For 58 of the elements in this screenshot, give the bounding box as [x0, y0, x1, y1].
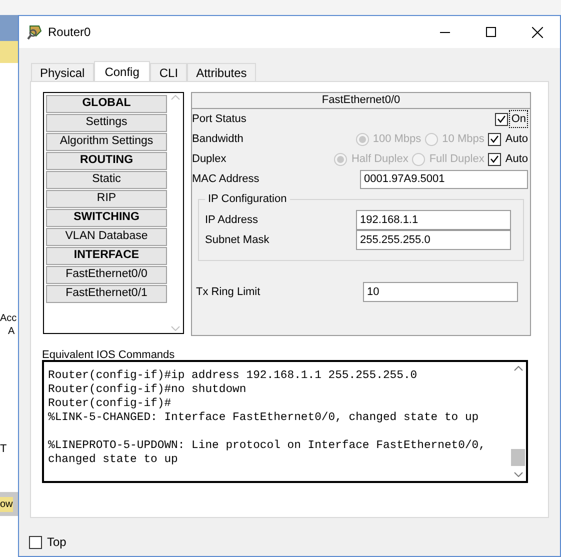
- section-header: INTERFACE: [46, 247, 167, 265]
- radio-label: Full Duplex: [429, 152, 484, 167]
- console-line: %LINK-5-CHANGED: Interface FastEthernet0/0, changed state to up: [48, 411, 480, 425]
- sidebar-item[interactable]: FastEthernet0/1: [46, 285, 167, 303]
- background-label: T: [0, 442, 7, 457]
- field-label: Bandwidth: [192, 132, 244, 147]
- sidebar-item[interactable]: Static: [46, 171, 167, 189]
- scroll-down-icon[interactable]: [514, 472, 522, 477]
- console-line: Router(config-if)#: [48, 397, 172, 411]
- field-label: Subnet Mask: [205, 232, 270, 248]
- checkbox-label: Auto: [505, 152, 528, 167]
- console-line: Router(config-if)#no shutdown: [48, 383, 248, 397]
- scrollbar-thumb[interactable]: [511, 449, 525, 466]
- maximize-icon: [486, 27, 496, 37]
- field-label: Tx Ring Limit: [196, 284, 260, 300]
- tab[interactable]: Physical: [31, 63, 94, 81]
- checkbox-label: On: [509, 110, 528, 128]
- tab[interactable]: Config: [94, 61, 150, 82]
- sidebar-item[interactable]: VLAN Database: [46, 228, 167, 246]
- section-header: SWITCHING: [46, 209, 167, 227]
- sidebar-item[interactable]: FastEthernet0/0: [46, 266, 167, 284]
- tab[interactable]: CLI: [150, 63, 188, 81]
- toolbar: [0, 41, 18, 63]
- toolbar: [0, 15, 18, 41]
- field-label: IP Address: [205, 212, 258, 228]
- field-label: Port Status: [192, 112, 246, 127]
- checkbox-label: Auto: [505, 132, 528, 147]
- router-icon: [27, 24, 43, 40]
- radio-label: Half Duplex: [351, 152, 408, 167]
- background-label: ow: [0, 497, 13, 512]
- section-header: GLOBAL: [46, 95, 167, 113]
- group-title: IP Configuration: [205, 191, 290, 208]
- console-line: %LINEPROTO-5-UPDOWN: Line protocol on Interface FastEthernet0/0,: [48, 438, 486, 453]
- sidebar-item[interactable]: Settings: [46, 114, 167, 132]
- console-line: Router(config-if)#ip address 192.168.1.1 255.255.255.0: [48, 369, 418, 383]
- sidebar-item[interactable]: RIP: [46, 190, 167, 208]
- section-header: ROUTING: [46, 152, 167, 170]
- console-line: changed state to up: [48, 453, 179, 467]
- radio-label: 10 Mbps: [442, 132, 484, 147]
- checkbox-label: Top: [47, 534, 66, 551]
- sidebar-item[interactable]: Algorithm Settings: [46, 133, 167, 151]
- radio-label: 100 Mbps: [372, 132, 422, 147]
- tab[interactable]: Attributes: [187, 63, 256, 81]
- checkbox[interactable]: [495, 112, 508, 126]
- input-field[interactable]: 192.168.1.1: [356, 210, 511, 230]
- scroll-up-icon[interactable]: [514, 366, 522, 371]
- close-icon: [532, 26, 542, 38]
- commands-label: Equivalent IOS Commands: [42, 348, 175, 363]
- input-field[interactable]: 255.255.255.0: [356, 230, 511, 250]
- field-label: Duplex: [192, 152, 226, 167]
- background-label: Acc: [0, 312, 17, 326]
- panel-title: FastEthernet0/0: [192, 93, 530, 109]
- checkbox[interactable]: [29, 536, 42, 548]
- background-label: A: [8, 325, 15, 339]
- window-title: Router0: [48, 24, 91, 41]
- input-field[interactable]: 0001.97A9.5001: [360, 170, 528, 188]
- field-label: MAC Address: [192, 172, 260, 187]
- input-field[interactable]: 10: [363, 282, 518, 302]
